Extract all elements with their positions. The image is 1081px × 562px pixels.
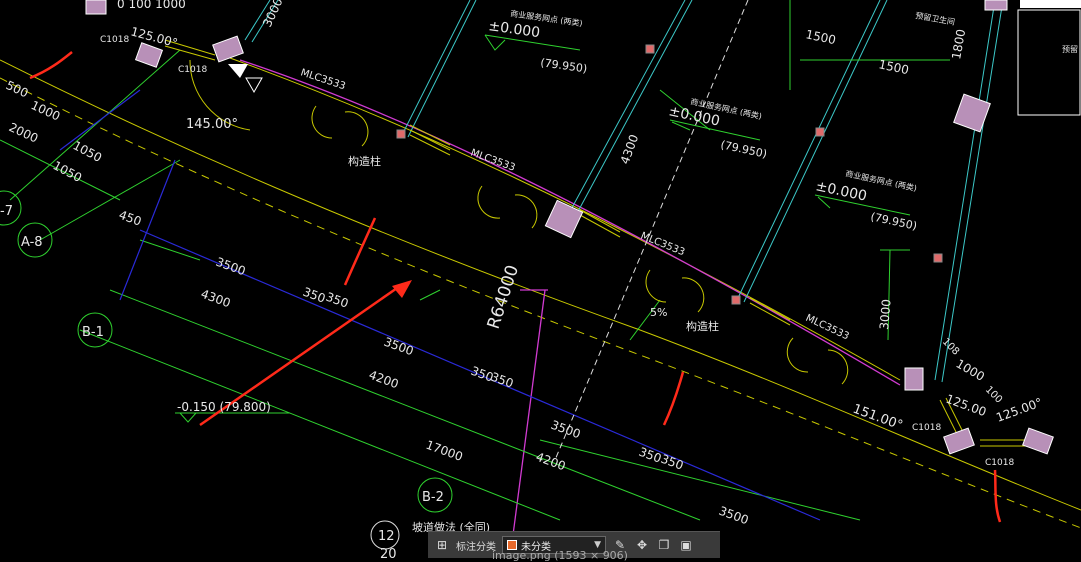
column-label: 构造柱: [348, 154, 381, 168]
slope-text: 5%: [650, 306, 667, 319]
dim-text: 0 100 1000: [117, 0, 186, 11]
red-mark: [343, 217, 377, 286]
dim-text: 108: [940, 336, 961, 357]
window-tag: MLC3533: [804, 313, 851, 343]
door-tag: C1018: [100, 35, 129, 45]
dim-text: 4300: [618, 133, 642, 166]
column-block: [943, 427, 975, 455]
dim-text: 350: [324, 290, 350, 311]
angle-text: 125.00: [944, 392, 988, 420]
axis-label: B-1: [82, 325, 104, 340]
dim-text: 3500: [214, 255, 247, 279]
axis-bubbles: [0, 190, 453, 550]
elevation-sub: (79.950): [869, 210, 918, 233]
door-arc: [514, 194, 538, 229]
dim-text: 2000: [7, 120, 41, 146]
dim-text: 1050: [71, 138, 105, 165]
move-icon[interactable]: ✥: [634, 537, 650, 553]
column-block: [212, 35, 244, 63]
red-mark: [662, 371, 685, 426]
column-block: [904, 367, 924, 391]
angle-text: 151.00°: [851, 402, 905, 434]
image-size-label: image.png (1593 × 906): [492, 549, 628, 562]
door-arc: [645, 269, 667, 303]
window-tag: MLC3533: [299, 67, 347, 92]
column-block: [134, 42, 164, 68]
elevation-text: ±0.000: [487, 18, 541, 41]
column-block: [85, 0, 107, 15]
window-corner-strip: [1020, 0, 1081, 8]
axis-label: 12: [378, 529, 395, 544]
axis-label: 20: [380, 547, 397, 558]
room-label: 预留: [1062, 44, 1078, 54]
wall-line: [239, 59, 901, 558]
labels: 0 100 1000 125.00° C1018 C1018 3000 MLC3…: [0, 0, 1078, 558]
elevation-markers: [175, 34, 911, 423]
dim-text: 3500: [717, 504, 750, 528]
axis-label: A-8: [21, 235, 43, 250]
door-tag: C1018: [178, 65, 207, 75]
dim-text: 350: [659, 452, 685, 473]
dim-text: 1000: [954, 356, 987, 383]
red-mark: [29, 51, 73, 80]
dim-text: 450: [117, 208, 143, 229]
dim-text: 3000: [877, 299, 894, 331]
dim-text: 3000: [260, 0, 286, 29]
elevation-sub: (79.950): [540, 56, 588, 75]
category-label: 标注分类: [456, 541, 496, 553]
column-block: [1022, 427, 1054, 455]
column-block: [953, 93, 991, 133]
dim-text: 17000: [424, 438, 465, 464]
angle-text: 145.00°: [186, 117, 238, 132]
dim-text: 1000: [29, 98, 63, 124]
column-block: [984, 0, 1008, 11]
dim-text: 1800: [949, 28, 968, 61]
dim-text: 4300: [199, 287, 232, 311]
copy-icon[interactable]: ❐: [656, 537, 672, 553]
cad-drawing-canvas[interactable]: 0 100 1000 125.00° C1018 C1018 3000 MLC3…: [0, 0, 1081, 558]
dim-text: 100: [983, 384, 1004, 405]
dim-text: 4200: [534, 450, 567, 474]
elevation-text: -0.150 (79.800): [177, 400, 271, 414]
outer-curve-line: [0, 59, 1081, 511]
door-arc: [311, 105, 333, 139]
dim-text: 3500: [382, 335, 415, 359]
green-dimension-lines: [0, 0, 950, 521]
paste-icon[interactable]: ▣: [678, 537, 694, 553]
magenta-radial-line: [509, 289, 546, 558]
red-arrow-head: [392, 280, 412, 298]
door-tag: C1018: [912, 423, 941, 433]
column-label: 构造柱: [686, 319, 719, 333]
door-arc: [681, 277, 705, 313]
angle-text: 125.00°: [129, 24, 179, 50]
door-arc: [786, 337, 809, 373]
door-arc: [344, 111, 369, 147]
right-panel-frame: [1017, 9, 1081, 116]
dim-text: 350: [489, 370, 515, 391]
door-arc: [477, 185, 501, 219]
room-label: 预留卫生间: [915, 10, 956, 27]
window-tag: MLC3533: [469, 147, 517, 173]
door-arc: [827, 349, 849, 385]
axis-label: -7: [0, 204, 13, 219]
dim-text: 1050: [51, 158, 85, 185]
dim-text: 1500: [804, 27, 837, 47]
dim-text: 500: [4, 78, 31, 100]
axis-label: B-2: [422, 490, 444, 505]
dim-text: 4200: [367, 368, 400, 392]
door-tag: C1018: [985, 458, 1014, 468]
grid-icon[interactable]: ⊞: [434, 537, 450, 553]
dim-text: 3500: [549, 418, 582, 442]
elevation-sub: (79.950): [719, 138, 768, 161]
